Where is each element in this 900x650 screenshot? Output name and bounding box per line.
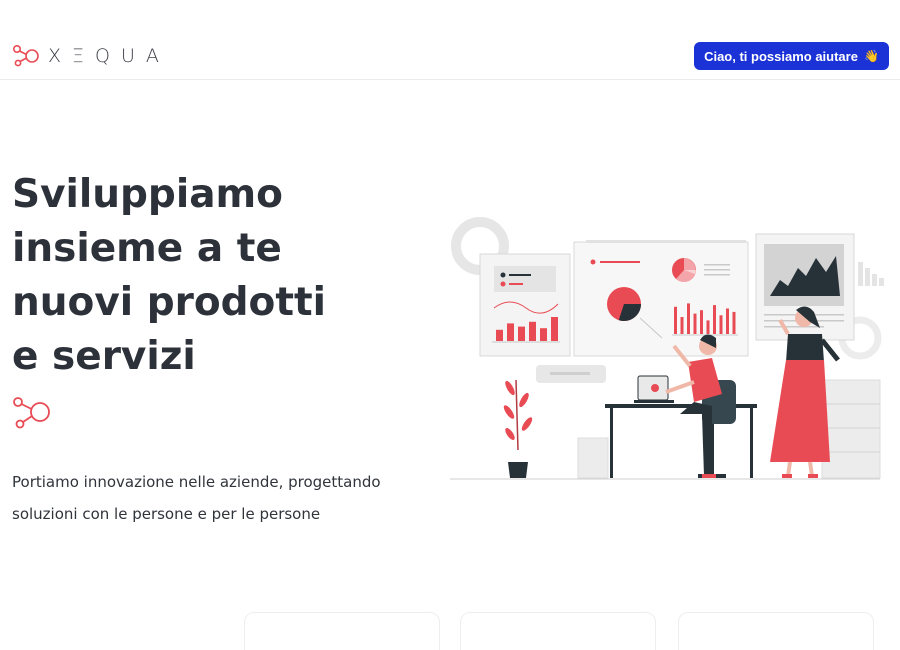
- hero-title-line: insieme a te: [12, 226, 282, 271]
- site-header: XΞQUA Ciao, ti possiamo aiutare 👋: [0, 0, 900, 80]
- molecule-icon: [13, 397, 50, 429]
- illustration-bar: [496, 329, 503, 341]
- illustration-bar: [713, 305, 716, 334]
- illustration-bar: [726, 308, 729, 334]
- feature-card[interactable]: [460, 612, 656, 650]
- illustration-bar: [732, 311, 736, 334]
- illustration-bar: [706, 320, 710, 334]
- hero-subtitle-line: Portiamo innovazione nelle aziende, prog…: [12, 473, 381, 491]
- illustration-bar: [551, 317, 558, 341]
- decor-bars: [858, 262, 884, 286]
- hero-title: Sviluppiamo insieme a te nuovi prodotti …: [12, 168, 432, 384]
- center-chart-panel: [573, 240, 749, 357]
- hero-title-line: e servizi: [12, 334, 196, 379]
- illustration-bar: [507, 323, 514, 341]
- illustration-bar: [719, 315, 723, 334]
- illustration-bar: [518, 326, 525, 341]
- help-button-label: Ciao, ti possiamo aiutare: [704, 48, 858, 64]
- hero-subtitle: Portiamo innovazione nelle aziende, prog…: [12, 466, 452, 530]
- hero-title-line: nuovi prodotti: [12, 280, 326, 325]
- team-analytics-illustration: [450, 217, 884, 480]
- hero-title-line: Sviluppiamo: [12, 172, 283, 217]
- illustration-bar: [529, 321, 536, 341]
- illustration-bar: [687, 303, 690, 334]
- waving-hand-icon: 👋: [863, 49, 879, 63]
- left-chart-panel: [479, 253, 571, 357]
- logo-text: XΞQUA: [48, 45, 170, 67]
- illustration-bar: [693, 313, 697, 334]
- hero-subtitle-line: soluzioni con le persone e per le person…: [12, 505, 321, 523]
- logo[interactable]: XΞQUA: [12, 44, 170, 68]
- logo-molecule-icon: [12, 44, 39, 67]
- illustration-bar: [680, 317, 684, 334]
- illustration-bar: [700, 310, 703, 334]
- help-button[interactable]: Ciao, ti possiamo aiutare 👋: [694, 42, 889, 70]
- feature-card[interactable]: [678, 612, 874, 650]
- plant-icon: [503, 379, 533, 478]
- illustration-bar: [674, 306, 677, 334]
- feature-card[interactable]: [244, 612, 440, 650]
- illustration-bar: [540, 328, 547, 341]
